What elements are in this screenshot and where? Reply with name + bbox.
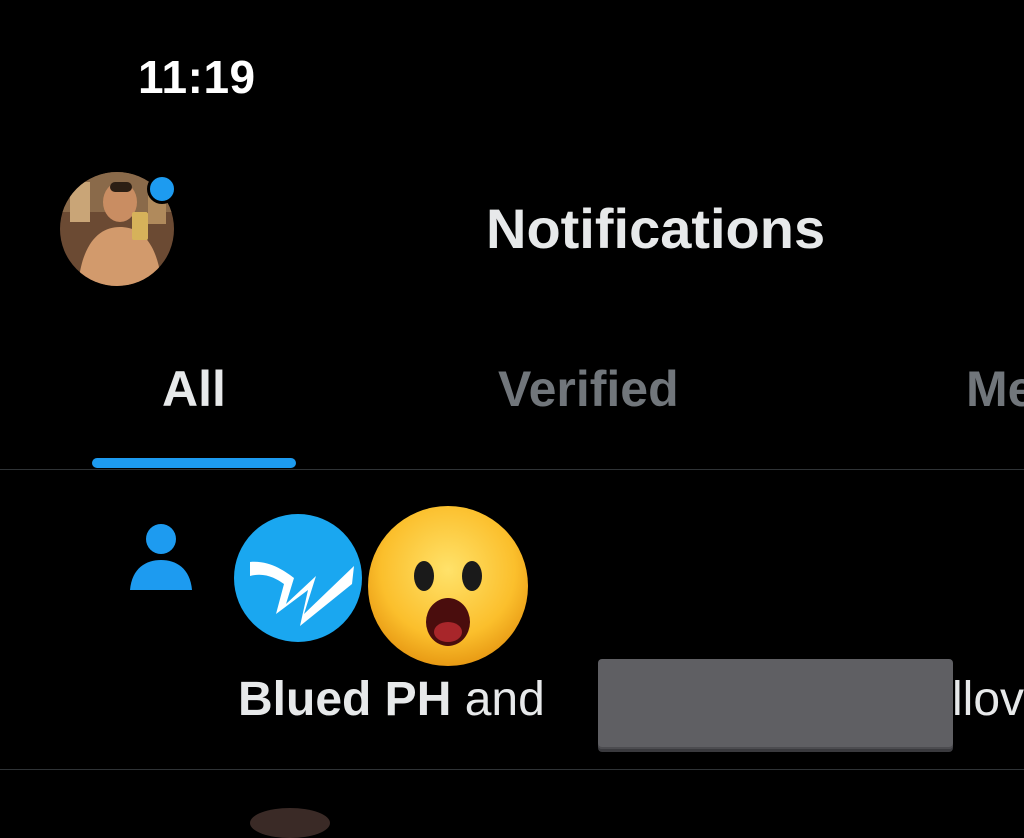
tab-all[interactable]: All (162, 360, 226, 418)
actor-name[interactable]: Blued PH (238, 673, 451, 726)
tab-verified[interactable]: Verified (498, 360, 679, 418)
notification-dot (147, 174, 177, 204)
wow-emoji-icon (368, 506, 528, 666)
active-tab-indicator (92, 458, 296, 468)
page-title: Notifications (486, 197, 826, 260)
tab-bar: All Verified Me (0, 350, 1024, 470)
blued-logo-icon[interactable] (234, 514, 362, 642)
notification-text: Blued PH and (238, 672, 545, 727)
redacted-block (598, 659, 953, 749)
person-icon (130, 524, 192, 590)
tab-mentions[interactable]: Me (966, 360, 1024, 418)
notification-trailing-text: llov (952, 673, 1024, 726)
conjunction-text: and (464, 673, 545, 726)
notification-item[interactable]: Blued PH and llov (0, 470, 1024, 769)
status-time: 11:19 (138, 51, 256, 103)
divider (0, 769, 1024, 770)
next-item-avatar (250, 808, 330, 838)
